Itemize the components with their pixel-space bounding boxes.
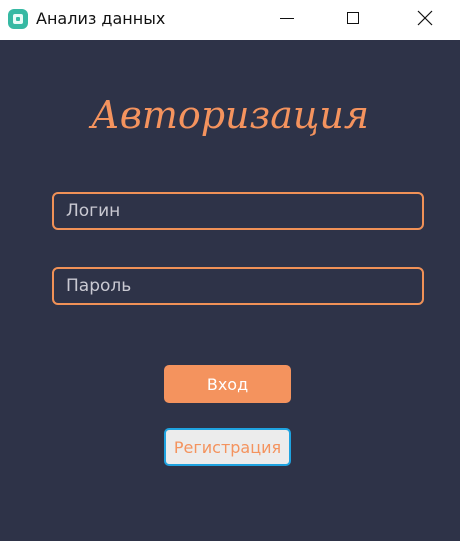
login-button[interactable]: Вход: [164, 365, 291, 403]
password-input[interactable]: [52, 267, 424, 305]
register-button[interactable]: Регистрация: [164, 428, 291, 466]
window-title: Анализ данных: [36, 9, 166, 28]
login-input[interactable]: [52, 192, 424, 230]
minimize-button[interactable]: [264, 0, 310, 36]
title-bar[interactable]: Анализ данных: [0, 0, 460, 40]
maximize-button[interactable]: [330, 0, 376, 36]
minimize-icon: [280, 17, 294, 19]
maximize-icon: [347, 12, 359, 24]
close-button[interactable]: [402, 0, 448, 36]
app-window: Анализ данных Авторизация Вход Регистрац…: [0, 0, 460, 541]
close-icon: [417, 10, 433, 26]
app-icon: [8, 9, 28, 29]
page-title: Авторизация: [90, 93, 370, 137]
